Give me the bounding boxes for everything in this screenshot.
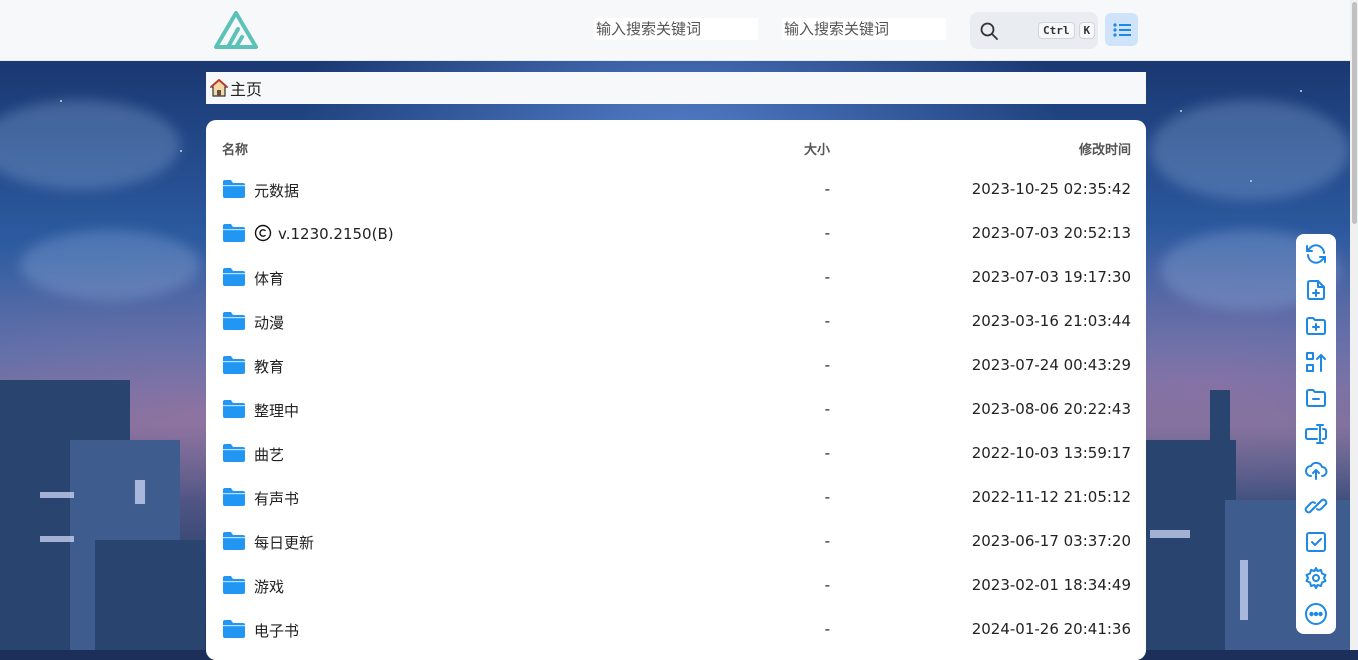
column-header-modified[interactable]: 修改时间 bbox=[1079, 139, 1131, 158]
file-size: - bbox=[824, 180, 830, 198]
link-icon[interactable] bbox=[1304, 494, 1328, 518]
folder-icon bbox=[223, 620, 245, 638]
home-icon bbox=[210, 79, 228, 97]
folder-icon bbox=[223, 576, 245, 594]
file-name: 电子书 bbox=[254, 622, 300, 640]
list-item[interactable]: 动漫 - 2023-03-16 21:03:44 bbox=[206, 300, 1146, 344]
breadcrumb: 主页 bbox=[206, 72, 1146, 104]
more-icon[interactable] bbox=[1304, 602, 1328, 626]
list-icon bbox=[1112, 22, 1131, 37]
folder-icon bbox=[223, 224, 245, 242]
folder-icon bbox=[223, 312, 245, 330]
file-name: 整理中 bbox=[254, 402, 300, 420]
file-size: - bbox=[824, 268, 830, 286]
file-modified: 2023-07-03 19:17:30 bbox=[971, 268, 1131, 286]
copyright-icon bbox=[254, 224, 272, 242]
file-modified: 2022-11-12 21:05:12 bbox=[971, 488, 1131, 506]
folder-icon bbox=[223, 532, 245, 550]
file-name: 曲艺 bbox=[254, 446, 285, 464]
file-name: v.1230.2150(B) bbox=[254, 224, 394, 243]
folder-icon bbox=[223, 180, 245, 198]
file-list: 名称 大小 修改时间 元数据 - 2023-10-25 02:35:42 v.1… bbox=[206, 120, 1146, 660]
list-header: 名称 大小 修改时间 bbox=[206, 120, 1146, 172]
file-name: 有声书 bbox=[254, 490, 300, 508]
folder-icon bbox=[223, 444, 245, 462]
file-size: - bbox=[824, 224, 830, 242]
list-item[interactable]: 体育 - 2023-07-03 19:17:30 bbox=[206, 256, 1146, 300]
file-name: 每日更新 bbox=[254, 534, 315, 552]
list-item[interactable]: 教育 - 2023-07-24 00:43:29 bbox=[206, 344, 1146, 388]
file-modified: 2023-07-03 20:52:13 bbox=[971, 224, 1131, 242]
logo-icon[interactable] bbox=[214, 11, 258, 49]
folder-icon bbox=[223, 488, 245, 506]
file-name: 教育 bbox=[254, 358, 285, 376]
upload-order-icon[interactable] bbox=[1304, 350, 1328, 374]
file-size: - bbox=[824, 444, 830, 462]
file-size: - bbox=[824, 356, 830, 374]
folder-icon bbox=[223, 268, 245, 286]
folder-icon bbox=[223, 400, 245, 418]
file-name: 元数据 bbox=[254, 182, 300, 200]
top-bar: Ctrl K bbox=[0, 0, 1358, 61]
file-size: - bbox=[824, 312, 830, 330]
file-modified: 2023-03-16 21:03:44 bbox=[971, 312, 1131, 330]
folder-minus-icon[interactable] bbox=[1304, 386, 1328, 410]
file-modified: 2023-07-24 00:43:29 bbox=[971, 356, 1131, 374]
list-item[interactable]: 有声书 - 2022-11-12 21:05:12 bbox=[206, 476, 1146, 520]
file-name: 游戏 bbox=[254, 578, 285, 596]
list-item[interactable]: v.1230.2150(B) - 2023-07-03 20:52:13 bbox=[206, 212, 1146, 256]
scrollbar-thumb[interactable] bbox=[1352, 2, 1357, 224]
search-icon bbox=[980, 22, 998, 40]
column-header-name[interactable]: 名称 bbox=[222, 139, 248, 158]
shortcut-k-key: K bbox=[1078, 22, 1096, 39]
list-item[interactable]: 曲艺 - 2022-10-03 13:59:17 bbox=[206, 432, 1146, 476]
checkbox-icon[interactable] bbox=[1304, 530, 1328, 554]
new-folder-icon[interactable] bbox=[1304, 314, 1328, 338]
right-toolbar bbox=[1296, 234, 1336, 634]
list-item[interactable]: 整理中 - 2023-08-06 20:22:43 bbox=[206, 388, 1146, 432]
list-item[interactable]: 电子书 - 2024-01-26 20:41:36 bbox=[206, 608, 1146, 652]
folder-icon bbox=[223, 356, 245, 374]
upload-cloud-icon[interactable] bbox=[1304, 458, 1328, 482]
column-header-size[interactable]: 大小 bbox=[804, 139, 830, 158]
file-name: 体育 bbox=[254, 270, 285, 288]
file-modified: 2023-06-17 03:37:20 bbox=[971, 532, 1131, 550]
list-view-button[interactable] bbox=[1105, 13, 1138, 46]
list-item[interactable]: 每日更新 - 2023-06-17 03:37:20 bbox=[206, 520, 1146, 564]
list-item[interactable]: 元数据 - 2023-10-25 02:35:42 bbox=[206, 168, 1146, 212]
search-input-2[interactable] bbox=[782, 18, 946, 40]
file-modified: 2023-08-06 20:22:43 bbox=[971, 400, 1131, 418]
new-file-icon[interactable] bbox=[1304, 278, 1328, 302]
file-size: - bbox=[824, 488, 830, 506]
rename-icon[interactable] bbox=[1304, 422, 1328, 446]
file-modified: 2024-01-26 20:41:36 bbox=[971, 620, 1131, 638]
file-modified: 2022-10-03 13:59:17 bbox=[971, 444, 1131, 462]
shortcut-ctrl-key: Ctrl bbox=[1038, 22, 1075, 39]
file-size: - bbox=[824, 400, 830, 418]
file-size: - bbox=[824, 620, 830, 638]
file-modified: 2023-02-01 18:34:49 bbox=[971, 576, 1131, 594]
file-size: - bbox=[824, 576, 830, 594]
search-button[interactable]: Ctrl K bbox=[970, 12, 1098, 49]
breadcrumb-home[interactable]: 主页 bbox=[230, 76, 262, 100]
search-input-1[interactable] bbox=[594, 18, 758, 40]
list-item[interactable]: 游戏 - 2023-02-01 18:34:49 bbox=[206, 564, 1146, 608]
refresh-icon[interactable] bbox=[1304, 242, 1328, 266]
file-size: - bbox=[824, 532, 830, 550]
file-name: 动漫 bbox=[254, 314, 285, 332]
file-modified: 2023-10-25 02:35:42 bbox=[971, 180, 1131, 198]
settings-icon[interactable] bbox=[1304, 566, 1328, 590]
